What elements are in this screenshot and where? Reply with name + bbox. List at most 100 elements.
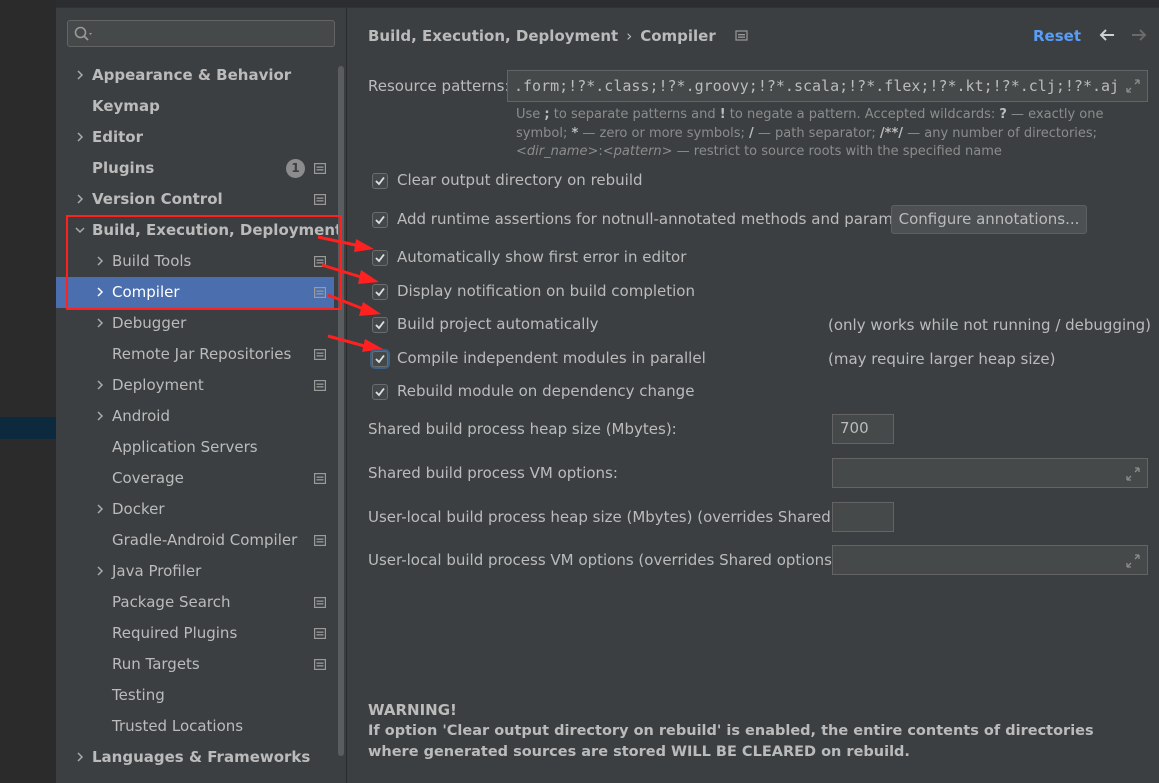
back-arrow-icon[interactable] bbox=[1097, 27, 1117, 43]
user-local-heap-size-label: User-local build process heap size (Mbyt… bbox=[368, 508, 876, 526]
chevron-right-icon[interactable] bbox=[94, 316, 106, 330]
option-label[interactable]: Add runtime assertions for notnull-annot… bbox=[397, 210, 931, 228]
option-checkbox[interactable] bbox=[372, 250, 388, 266]
shared-heap-size-value: 700 bbox=[840, 419, 869, 437]
chevron-right-icon[interactable] bbox=[74, 192, 86, 206]
breadcrumb-separator-icon: › bbox=[626, 27, 633, 45]
option-checkbox[interactable] bbox=[372, 351, 388, 367]
sidebar-item[interactable]: Keymap bbox=[56, 91, 334, 122]
option-checkbox[interactable] bbox=[372, 384, 388, 400]
sidebar-item[interactable]: Docker bbox=[56, 494, 334, 525]
checkmark-icon bbox=[375, 387, 385, 397]
sidebar-item-label: Keymap bbox=[92, 97, 160, 115]
project-level-icon bbox=[314, 473, 326, 484]
shared-heap-size-label: Shared build process heap size (Mbytes): bbox=[368, 420, 677, 438]
chevron-right-icon[interactable] bbox=[74, 750, 86, 764]
configure-annotations-button[interactable]: Configure annotations... bbox=[891, 205, 1087, 234]
project-level-icon bbox=[314, 163, 326, 174]
sidebar-item[interactable]: Languages & Frameworks bbox=[56, 742, 334, 773]
search-icon bbox=[74, 26, 92, 41]
sidebar-item[interactable]: Application Servers bbox=[56, 432, 334, 463]
option-checkbox[interactable] bbox=[372, 173, 388, 189]
checkmark-icon bbox=[375, 287, 385, 297]
user-local-heap-size-input[interactable] bbox=[832, 502, 894, 532]
option-checkbox[interactable] bbox=[372, 317, 388, 333]
forward-arrow-icon[interactable] bbox=[1129, 27, 1149, 43]
expand-icon[interactable] bbox=[1125, 553, 1141, 569]
option-label[interactable]: Build project automatically bbox=[397, 315, 599, 333]
checkmark-icon bbox=[375, 354, 385, 364]
sidebar-item-label: Languages & Frameworks bbox=[92, 748, 311, 766]
user-local-vm-options-input[interactable] bbox=[832, 545, 1148, 575]
option-label[interactable]: Rebuild module on dependency change bbox=[397, 382, 694, 400]
sidebar-item[interactable]: Appearance & Behavior bbox=[56, 60, 334, 91]
expand-icon[interactable] bbox=[1125, 78, 1141, 94]
sidebar-scrollbar[interactable] bbox=[338, 66, 344, 756]
sidebar-item[interactable]: Plugins 1 bbox=[56, 153, 334, 184]
sidebar-item-label: Debugger bbox=[112, 314, 187, 332]
sidebar-item[interactable]: Remote Jar Repositories bbox=[56, 339, 334, 370]
settings-sidebar: Appearance & Behavior Keymap Editor Plugins… bbox=[56, 8, 347, 783]
resource-patterns-input[interactable]: .form;!?*.class;!?*.groovy;!?*.scala;!?*… bbox=[507, 70, 1148, 102]
sidebar-item[interactable]: Editor bbox=[56, 122, 334, 153]
update-count-badge: 1 bbox=[286, 159, 305, 178]
sidebar-item[interactable]: Required Plugins bbox=[56, 618, 334, 649]
background-editor-highlight bbox=[0, 417, 56, 439]
shared-vm-options-input[interactable] bbox=[832, 458, 1148, 488]
chevron-right-icon[interactable] bbox=[74, 68, 86, 82]
sidebar-item[interactable]: Gradle-Android Compiler bbox=[56, 525, 334, 556]
sidebar-item[interactable]: Android bbox=[56, 401, 334, 432]
sidebar-item[interactable]: Run Targets bbox=[56, 649, 334, 680]
option-label[interactable]: Clear output directory on rebuild bbox=[397, 171, 643, 189]
sidebar-item-label: Android bbox=[112, 407, 170, 425]
checkmark-icon bbox=[375, 320, 385, 330]
project-level-icon bbox=[314, 349, 326, 360]
shared-heap-size-input[interactable]: 700 bbox=[832, 414, 894, 444]
sidebar-item-label: Deployment bbox=[112, 376, 204, 394]
sidebar-item[interactable]: Trusted Locations bbox=[56, 711, 334, 742]
background-editor-strip bbox=[0, 0, 56, 783]
sidebar-item-label: Java Profiler bbox=[112, 562, 202, 580]
sidebar-item[interactable]: Java Profiler bbox=[56, 556, 334, 587]
expand-icon[interactable] bbox=[1125, 466, 1141, 482]
option-label[interactable]: Display notification on build completion bbox=[397, 282, 695, 300]
sidebar-item[interactable]: Version Control bbox=[56, 184, 334, 215]
user-local-vm-options-label: User-local build process VM options (ove… bbox=[368, 551, 843, 569]
resource-patterns-label: Resource patterns: bbox=[368, 77, 510, 95]
sidebar-item[interactable]: Debugger bbox=[56, 308, 334, 339]
chevron-right-icon[interactable] bbox=[74, 130, 86, 144]
dialog-top-edge bbox=[56, 0, 1159, 8]
checkmark-icon bbox=[375, 176, 385, 186]
option-checkbox[interactable] bbox=[372, 212, 388, 228]
sidebar-item-label: Remote Jar Repositories bbox=[112, 345, 292, 363]
annotation-red-box bbox=[66, 215, 342, 310]
breadcrumb: Build, Execution, Deployment › Compiler bbox=[368, 27, 749, 45]
sidebar-item[interactable]: Deployment bbox=[56, 370, 334, 401]
option-label[interactable]: Compile independent modules in parallel bbox=[397, 349, 706, 367]
shared-vm-options-label: Shared build process VM options: bbox=[368, 464, 618, 482]
chevron-right-icon[interactable] bbox=[94, 378, 106, 392]
sidebar-item[interactable]: Testing bbox=[56, 680, 334, 711]
reset-link[interactable]: Reset bbox=[1033, 27, 1081, 45]
chevron-right-icon[interactable] bbox=[94, 502, 106, 516]
resource-patterns-value: .form;!?*.class;!?*.groovy;!?*.scala;!?*… bbox=[514, 77, 1120, 95]
chevron-right-icon[interactable] bbox=[94, 409, 106, 423]
project-level-icon bbox=[314, 597, 326, 608]
checkmark-icon bbox=[375, 253, 385, 263]
breadcrumb-current: Compiler bbox=[640, 27, 716, 45]
compiler-settings-panel: Build, Execution, Deployment › Compiler Re… bbox=[347, 8, 1159, 783]
option-note: (may require larger heap size) bbox=[828, 350, 1056, 368]
sidebar-item-label: Docker bbox=[112, 500, 165, 518]
settings-search-input[interactable] bbox=[67, 20, 335, 47]
sidebar-item[interactable]: Package Search bbox=[56, 587, 334, 618]
project-level-icon bbox=[314, 535, 326, 546]
option-label[interactable]: Automatically show first error in editor bbox=[397, 248, 686, 266]
chevron-right-icon[interactable] bbox=[94, 564, 106, 578]
option-checkbox[interactable] bbox=[372, 284, 388, 300]
checkmark-icon bbox=[375, 215, 385, 225]
sidebar-item-label: Appearance & Behavior bbox=[92, 66, 292, 84]
resource-patterns-help: Use ; to separate patterns and ! to nega… bbox=[516, 107, 1104, 159]
project-level-icon bbox=[314, 380, 326, 391]
breadcrumb-parent[interactable]: Build, Execution, Deployment bbox=[368, 27, 618, 45]
sidebar-item[interactable]: Coverage bbox=[56, 463, 334, 494]
